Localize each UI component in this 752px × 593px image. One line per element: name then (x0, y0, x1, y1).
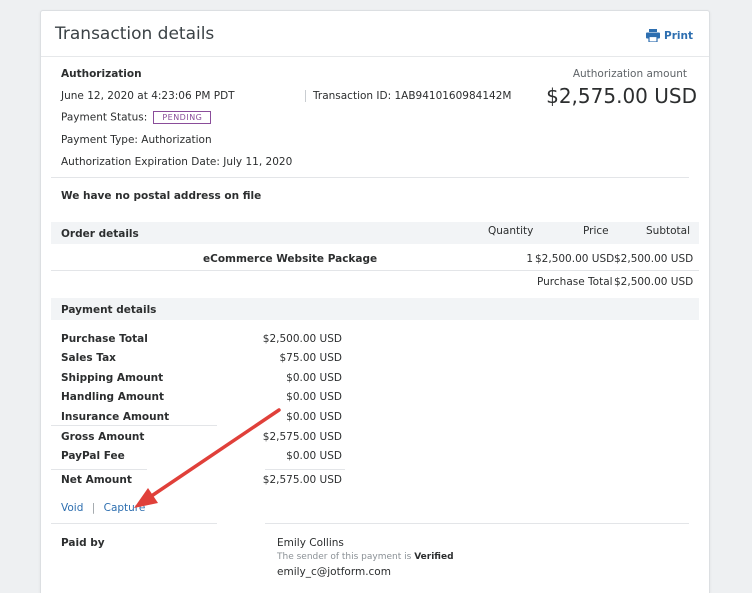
authorization-expiration: Authorization Expiration Date: July 11, … (61, 156, 293, 168)
payment-row-label: Net Amount (61, 474, 132, 486)
payment-row-value: $75.00 USD (279, 352, 342, 364)
col-quantity: Quantity (488, 225, 534, 237)
order-item-quantity: 1 (526, 253, 533, 265)
page-title: Transaction details (55, 24, 215, 44)
printer-icon (646, 29, 661, 42)
divider (51, 469, 147, 470)
divider (51, 177, 689, 178)
payment-details-heading: Payment details (61, 304, 157, 316)
verified-badge: Verified (414, 552, 454, 562)
payment-row-value: $0.00 USD (286, 450, 342, 462)
void-link[interactable]: Void (61, 502, 83, 514)
divider (265, 469, 345, 470)
authorization-amount-value: $2,575.00 USD (546, 84, 697, 108)
divider (51, 425, 217, 426)
status-badge: PENDING (153, 111, 212, 124)
postal-note: We have no postal address on file (61, 190, 262, 202)
authorization-heading: Authorization (61, 68, 142, 80)
divider (51, 270, 699, 271)
payment-row-label: Gross Amount (61, 431, 145, 443)
card-header: Transaction details Print (41, 11, 709, 57)
capture-link[interactable]: Capture (104, 502, 146, 514)
purchase-total-label: Purchase Total (537, 276, 613, 288)
payment-row-label: Sales Tax (61, 352, 116, 364)
payer-email: emily_c@jotform.com (277, 566, 391, 578)
divider (265, 523, 689, 524)
payment-row-label: Purchase Total (61, 333, 148, 345)
payment-row-value: $0.00 USD (286, 391, 342, 403)
authorization-amount-label: Authorization amount (572, 68, 687, 80)
authorization-datetime: June 12, 2020 at 4:23:06 PM PDT (61, 90, 235, 102)
divider (51, 523, 217, 524)
col-price: Price (583, 225, 609, 237)
payment-row-value: $2,575.00 USD (262, 431, 342, 443)
inline-separator (305, 90, 306, 102)
order-details-heading: Order details (61, 228, 139, 240)
payer-name: Emily Collins (277, 537, 344, 549)
payment-row-label: Handling Amount (61, 391, 164, 403)
order-item-name: eCommerce Website Package (203, 253, 378, 265)
order-item-subtotal: $2,500.00 USD (614, 253, 694, 265)
payer-verified-status: The sender of this payment is Verified (277, 552, 454, 562)
payment-row-value: $0.00 USD (286, 411, 342, 423)
transaction-card: Transaction details Print Authorization … (40, 10, 710, 593)
print-button[interactable]: Print (646, 29, 693, 42)
payment-status-label: Payment Status: (61, 111, 148, 124)
payment-row-value: $2,500.00 USD (262, 333, 342, 345)
payment-status: Payment Status: PENDING (61, 111, 212, 124)
verified-prefix: The sender of this payment is (277, 552, 412, 562)
order-item-price: $2,500.00 USD (535, 253, 615, 265)
action-links: Void | Capture (61, 502, 145, 514)
purchase-total-value: $2,500.00 USD (614, 276, 694, 288)
paid-by-label: Paid by (61, 537, 105, 549)
payment-row-value: $2,575.00 USD (262, 474, 342, 486)
col-subtotal: Subtotal (646, 225, 690, 237)
payment-type: Payment Type: Authorization (61, 134, 212, 146)
payment-row-label: PayPal Fee (61, 450, 125, 462)
transaction-id: Transaction ID: 1AB9410160984142M (313, 90, 512, 102)
payment-row-value: $0.00 USD (286, 372, 342, 384)
print-label: Print (664, 29, 693, 42)
payment-row-label: Insurance Amount (61, 411, 170, 423)
action-separator: | (91, 502, 96, 514)
payment-row-label: Shipping Amount (61, 372, 164, 384)
